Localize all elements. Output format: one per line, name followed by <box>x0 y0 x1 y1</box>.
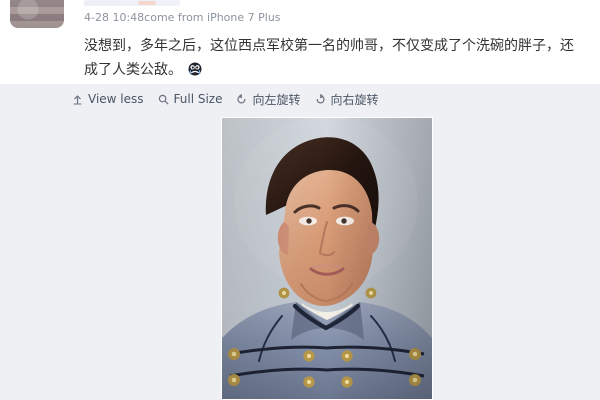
rotate-left-label: 向左旋转 <box>252 92 301 107</box>
arrow-up-icon <box>72 94 83 105</box>
portrait-photo <box>222 118 432 399</box>
search-icon <box>158 94 169 105</box>
rotate-left-icon <box>236 93 247 105</box>
full-size-button[interactable]: Full Size <box>158 92 223 106</box>
view-less-button[interactable]: View less <box>72 92 144 106</box>
post-content-line-1: 没想到，多年之后，这位西点军校第一名的帅哥，不仅变成了个洗碗的胖子，还 <box>84 38 574 54</box>
image-toolbar: View less Full Size 向左旋转 向右旋转 <box>72 91 379 108</box>
view-less-label: View less <box>88 92 144 106</box>
rotate-left-button[interactable]: 向左旋转 <box>236 91 301 108</box>
full-size-label: Full Size <box>173 92 223 106</box>
rotate-right-button[interactable]: 向右旋转 <box>315 91 379 108</box>
post-content: 没想到，多年之后，这位西点军校第一名的帅哥，不仅变成了个洗碗的胖子，还 成了人类… <box>84 34 584 82</box>
post-meta: 4-28 10:48come from iPhone 7 Plus <box>84 11 281 24</box>
avatar[interactable] <box>10 0 64 28</box>
post-content-line-2-text: 成了人类公敌。 <box>84 62 182 78</box>
rotate-right-label: 向右旋转 <box>330 92 379 107</box>
post-image[interactable] <box>221 117 433 400</box>
blurred-username <box>84 0 180 6</box>
post-card: 4-28 10:48come from iPhone 7 Plus 没想到，多年… <box>0 0 600 84</box>
sad-face-icon <box>188 60 202 76</box>
post-content-line-2: 成了人类公敌。 <box>84 58 584 82</box>
rotate-right-icon <box>315 93 326 105</box>
